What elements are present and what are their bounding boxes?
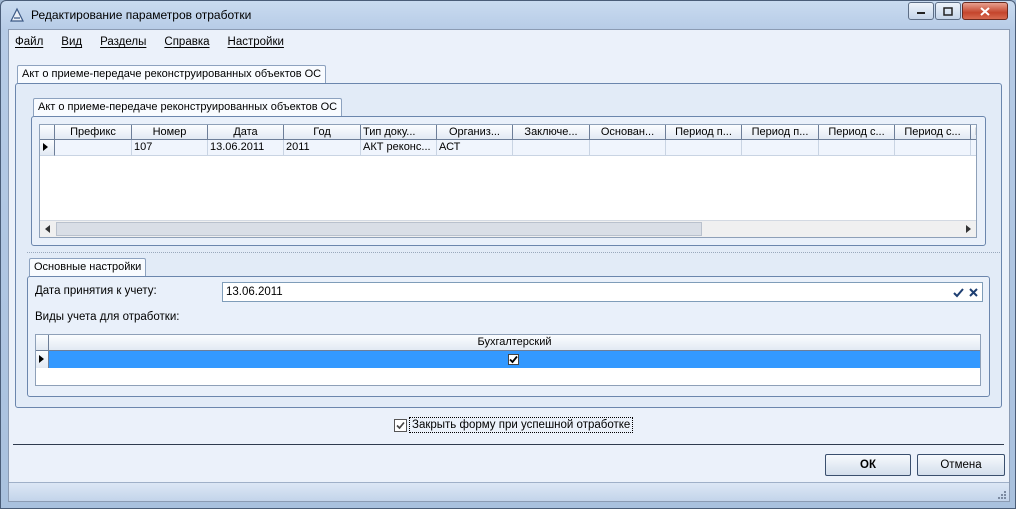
col-basis[interactable]: Основан... — [590, 125, 666, 140]
dialog-client-area: Файл Вид Разделы Справка Настройки Акт о… — [8, 29, 1010, 502]
clear-icon[interactable] — [968, 287, 979, 298]
menu-sections[interactable]: Разделы — [100, 36, 146, 52]
acc-row-indicator — [36, 351, 49, 368]
scrollbar-thumb[interactable] — [56, 222, 702, 236]
col-accounting[interactable]: Бухгалтерский — [49, 335, 980, 351]
menu-file-accel: Ф — [15, 36, 24, 48]
menu-help[interactable]: Справка — [164, 36, 209, 52]
menu-bar: Файл Вид Разделы Справка Настройки — [15, 36, 302, 52]
col-year[interactable]: Год — [284, 125, 361, 140]
ok-button[interactable]: ОК — [825, 454, 911, 476]
cell-period-1[interactable] — [666, 140, 742, 156]
cell-period-4[interactable] — [895, 140, 971, 156]
tab-act-outer[interactable]: Акт о приеме-передаче реконструированных… — [17, 65, 327, 83]
menu-settings-label: астройки — [235, 36, 284, 48]
accounting-grid[interactable]: Бухгалтерский — [35, 334, 981, 386]
col-period-2[interactable]: Период п... — [742, 125, 819, 140]
footer-separator — [13, 444, 1004, 445]
scroll-right-icon[interactable] — [966, 225, 971, 233]
cell-doc-type[interactable]: АКТ реконс... — [361, 140, 437, 156]
current-row-icon — [43, 143, 48, 151]
check-icon[interactable] — [953, 287, 964, 298]
close-icon — [980, 6, 990, 16]
date-accepted-field[interactable]: 13.06.2011 — [222, 282, 983, 302]
panel-divider — [27, 252, 1000, 253]
col-doc-type[interactable]: Тип доку... — [361, 125, 437, 140]
close-form-label[interactable]: Закрыть форму при успешной отработке — [409, 417, 634, 433]
accounting-row[interactable] — [49, 351, 980, 368]
cell-period-3[interactable] — [819, 140, 895, 156]
title-bar[interactable]: Редактирование параметров отработки — [1, 1, 1015, 29]
cell-number[interactable]: 107 — [132, 140, 208, 156]
acc-header-indicator — [36, 335, 49, 351]
col-organization[interactable]: Организ... — [437, 125, 513, 140]
minimize-icon — [917, 12, 925, 14]
menu-file-label: айл — [23, 36, 44, 48]
date-label: Дата принятия к учету: — [35, 285, 157, 297]
col-period-3[interactable]: Период с... — [819, 125, 895, 140]
maximize-icon — [943, 6, 953, 16]
col-number[interactable]: Номер — [132, 125, 208, 140]
col-conclusion[interactable]: Заключе... — [513, 125, 590, 140]
cancel-button[interactable]: Отмена — [917, 454, 1005, 476]
col-period-1[interactable]: Период п... — [666, 125, 742, 140]
window-title: Редактирование параметров отработки — [31, 8, 252, 22]
cell-truncated[interactable] — [971, 140, 976, 156]
col-prefix[interactable]: Префикс — [55, 125, 132, 140]
menu-settings-accel: Н — [227, 36, 236, 48]
accounting-checkbox[interactable] — [508, 354, 519, 365]
col-date[interactable]: Дата — [208, 125, 284, 140]
accounting-types-label: Виды учета для отработки: — [35, 311, 180, 323]
maximize-button[interactable] — [935, 2, 961, 20]
menu-help-label: правка — [172, 36, 210, 48]
cell-year[interactable]: 2011 — [284, 140, 361, 156]
app-icon — [10, 7, 24, 22]
menu-view[interactable]: Вид — [61, 36, 82, 52]
menu-help-accel: С — [164, 36, 173, 48]
grid-header-indicator — [40, 125, 55, 140]
col-truncated[interactable]: П — [971, 125, 976, 140]
tab-act-inner[interactable]: Акт о приеме-передаче реконструированных… — [33, 98, 343, 116]
horizontal-scrollbar[interactable] — [40, 220, 976, 237]
tab-main-settings[interactable]: Основные настройки — [29, 258, 147, 276]
col-period-4[interactable]: Период с... — [895, 125, 971, 140]
table-row[interactable]: 107 13.06.2011 2011 АКТ реконс... АСТ — [40, 140, 976, 156]
cell-period-2[interactable] — [742, 140, 819, 156]
close-form-checkbox[interactable] — [394, 419, 407, 432]
status-bar — [9, 482, 1009, 501]
close-window-button[interactable] — [962, 2, 1008, 20]
current-row-icon — [39, 355, 44, 363]
menu-view-label: ид — [68, 36, 83, 48]
cell-date[interactable]: 13.06.2011 — [208, 140, 284, 156]
date-value: 13.06.2011 — [226, 286, 283, 298]
scroll-left-icon[interactable] — [45, 225, 50, 233]
menu-view-accel: В — [61, 36, 69, 48]
minimize-button[interactable] — [908, 2, 934, 20]
documents-grid[interactable]: Префикс Номер Дата Год Тип доку... Орган… — [39, 124, 977, 238]
cell-prefix[interactable] — [55, 140, 132, 156]
resize-grip-icon[interactable] — [996, 489, 1006, 499]
cell-conclusion[interactable] — [513, 140, 590, 156]
cell-basis[interactable] — [590, 140, 666, 156]
cell-organization[interactable]: АСТ — [437, 140, 513, 156]
menu-sections-label: азделы — [107, 36, 147, 48]
row-indicator — [40, 140, 55, 156]
menu-file[interactable]: Файл — [15, 36, 43, 52]
grid-header: Префикс Номер Дата Год Тип доку... Орган… — [40, 125, 976, 140]
menu-settings[interactable]: Настройки — [228, 36, 284, 52]
dialog-window: Редактирование параметров отработки Файл… — [0, 0, 1016, 509]
checkmark-icon — [396, 421, 405, 430]
